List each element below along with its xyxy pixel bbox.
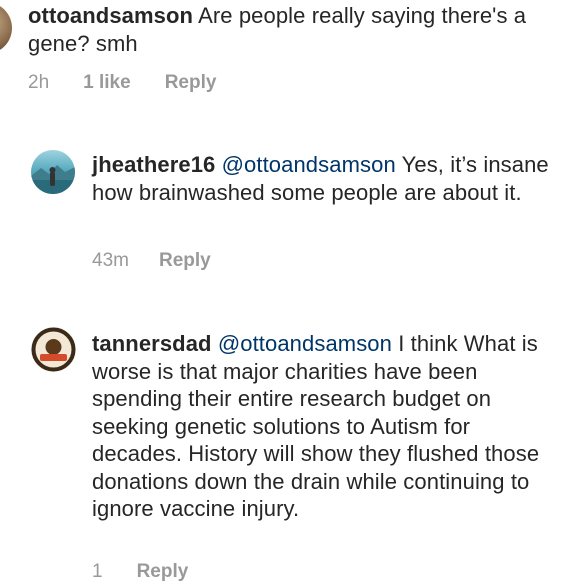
comment-username[interactable]: ottoandsamson xyxy=(28,3,193,28)
comment-meta: 2h 1 like Reply xyxy=(28,72,216,94)
avatar[interactable] xyxy=(31,150,75,194)
avatar[interactable] xyxy=(0,2,12,54)
comment-timestamp: 1 xyxy=(92,561,103,582)
like-count[interactable]: 1 like xyxy=(83,72,131,94)
comment-body: I think What is worse is that major char… xyxy=(92,331,540,521)
comment-username[interactable]: jheathere16 xyxy=(92,152,215,177)
comment-text: ottoandsamson Are people really saying t… xyxy=(28,2,528,57)
comment-meta: 1 Reply xyxy=(92,561,188,583)
comment-text: tannersdad @ottoandsamson I think What i… xyxy=(92,330,562,523)
comment-text: jheathere16 @ottoandsamson Yes, it’s ins… xyxy=(92,151,562,206)
reply-button[interactable]: Reply xyxy=(137,561,189,583)
avatar-image xyxy=(31,327,76,372)
comment-mention[interactable]: @ottoandsamson xyxy=(222,152,396,177)
comment-username[interactable]: tannersdad xyxy=(92,331,212,356)
avatar[interactable] xyxy=(31,327,76,372)
comment-mention[interactable]: @ottoandsamson xyxy=(218,331,392,356)
comment-timestamp: 43m xyxy=(92,250,129,271)
reply-button[interactable]: Reply xyxy=(159,250,211,272)
comment-timestamp: 2h xyxy=(28,72,50,93)
reply-button[interactable]: Reply xyxy=(165,72,217,94)
avatar-image xyxy=(31,150,75,194)
comment-meta: 43m Reply xyxy=(92,250,211,272)
